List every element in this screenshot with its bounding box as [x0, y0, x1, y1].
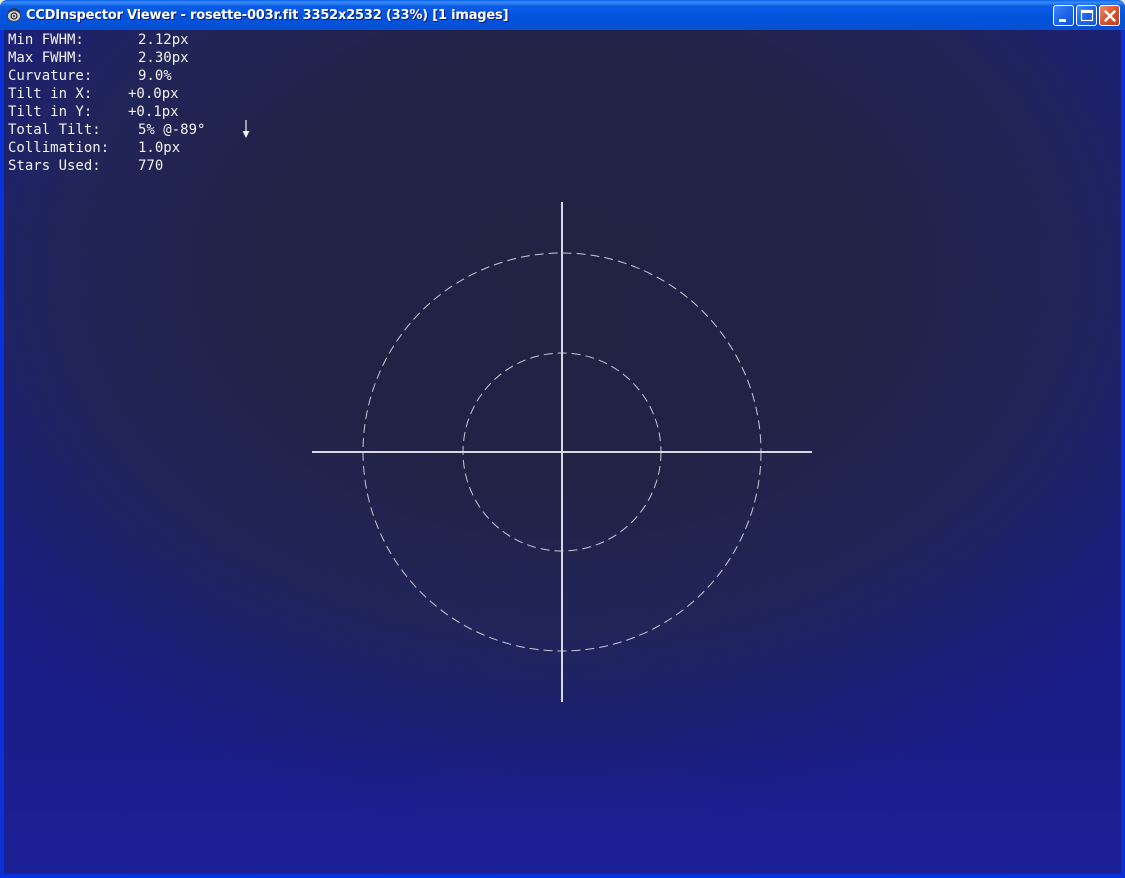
stat-max-fwhm: Max FWHM: 2.30px	[8, 49, 205, 67]
stat-value: 770	[138, 158, 164, 174]
close-icon	[1104, 10, 1116, 22]
stat-total-tilt: Total Tilt: 5% @-89°	[8, 121, 205, 139]
stat-stars-used: Stars Used: 770	[8, 157, 205, 175]
stat-label: Curvature:	[8, 68, 93, 84]
stat-min-fwhm: Min FWHM: 2.12px	[8, 31, 205, 49]
ccdinspector-app-icon	[7, 8, 21, 22]
minimize-button[interactable]	[1053, 5, 1074, 26]
stat-value: 9.0%	[138, 68, 172, 84]
stat-label: Stars Used:	[8, 158, 101, 174]
stat-value: 2.12px	[138, 32, 189, 48]
stat-curvature: Curvature: 9.0%	[8, 67, 205, 85]
stat-label: Tilt in X:	[8, 86, 93, 102]
stat-label: Max FWHM:	[8, 50, 84, 66]
maximize-button[interactable]	[1076, 5, 1097, 26]
stat-label: Tilt in Y:	[8, 104, 93, 120]
stat-label: Collimation:	[8, 140, 110, 156]
stat-label: Total Tilt:	[8, 122, 101, 138]
stat-value: +0.1px	[128, 104, 179, 120]
window-title: CCDInspector Viewer - rosette-003r.fit 3…	[26, 8, 509, 23]
stat-value: +0.0px	[128, 86, 179, 102]
stat-value: 1.0px	[138, 140, 181, 156]
stat-value: 2.30px	[138, 50, 189, 66]
inspection-stats: Min FWHM: 2.12px Max FWHM: 2.30px Curvatur…	[8, 31, 205, 175]
title-bar[interactable]: CCDInspector Viewer - rosette-003r.fit 3…	[0, 0, 1125, 30]
stat-value: 5% @-89°	[138, 122, 206, 138]
stat-label: Min FWHM:	[8, 32, 84, 48]
ccdinspector-viewer-window: CCDInspector Viewer - rosette-003r.fit 3…	[0, 0, 1125, 878]
close-button[interactable]	[1099, 5, 1120, 26]
stat-collimation: Collimation: 1.0px	[8, 139, 205, 157]
stat-tilt-y: Tilt in Y: +0.1px	[8, 103, 205, 121]
image-viewport[interactable]: Min FWHM: 2.12px Max FWHM: 2.30px Curvatur…	[4, 30, 1121, 874]
down-arrow-icon	[242, 120, 250, 138]
maximize-icon	[1080, 9, 1094, 22]
stat-tilt-x: Tilt in X: +0.0px	[8, 85, 205, 103]
minimize-icon	[1059, 19, 1066, 22]
